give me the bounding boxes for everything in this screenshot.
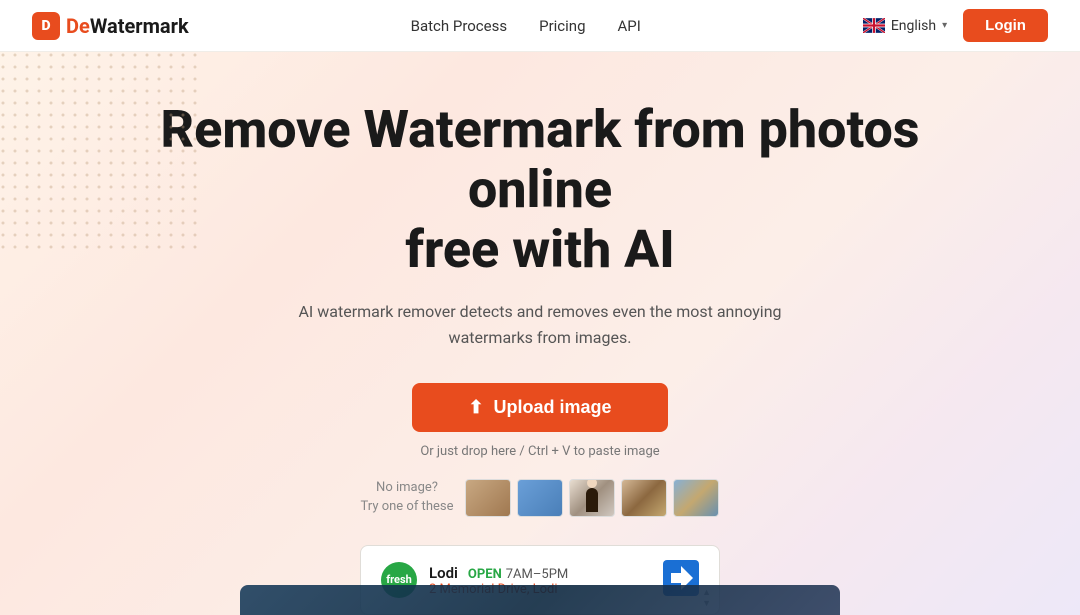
logo[interactable]: D DeWatermark	[32, 12, 189, 40]
lang-label: English	[891, 18, 936, 34]
nav-right: English ▾ Login	[863, 9, 1048, 42]
logo-icon: D	[32, 12, 60, 40]
hero-title-line2: free with AI	[405, 219, 675, 280]
upload-btn-label: Upload image	[494, 397, 612, 418]
sample-thumb-3[interactable]	[569, 479, 615, 517]
dot-pattern-decoration	[0, 52, 200, 252]
sample-thumb-1[interactable]	[465, 479, 511, 517]
nav-pricing[interactable]: Pricing	[539, 17, 585, 35]
nav-api[interactable]: API	[618, 17, 641, 35]
navbar: D DeWatermark Batch Process Pricing API …	[0, 0, 1080, 52]
ad-business-name: Lodi	[429, 564, 458, 582]
sample-thumb-5[interactable]	[673, 479, 719, 517]
login-button[interactable]: Login	[963, 9, 1048, 42]
sample-thumbnails	[465, 479, 719, 517]
sample-thumb-2[interactable]	[517, 479, 563, 517]
nav-links: Batch Process Pricing API	[411, 17, 641, 35]
hero-title-line1: Remove Watermark from photos online	[161, 99, 920, 220]
sample-thumb-4[interactable]	[621, 479, 667, 517]
sample-images-row: No image? Try one of these	[361, 479, 720, 517]
uk-flag-icon	[863, 18, 885, 33]
logo-text: DeWatermark	[66, 14, 189, 38]
upload-icon: ⬆	[468, 397, 483, 418]
upload-image-button[interactable]: ⬆ Upload image	[412, 383, 668, 432]
nav-batch-process[interactable]: Batch Process	[411, 17, 508, 35]
bottom-teaser-bar	[240, 585, 840, 615]
sample-images-label: No image? Try one of these	[361, 479, 454, 515]
hero-title: Remove Watermark from photos online free…	[150, 100, 930, 279]
hero-section: Remove Watermark from photos online free…	[0, 52, 1080, 615]
ad-hours: 7AM–5PM	[506, 567, 569, 582]
chevron-down-icon: ▾	[942, 20, 947, 31]
drop-hint: Or just drop here / Ctrl + V to paste im…	[420, 444, 659, 459]
language-selector[interactable]: English ▾	[863, 18, 947, 34]
ad-open-status: OPEN	[468, 567, 502, 582]
hero-subtitle: AI watermark remover detects and removes…	[260, 299, 820, 350]
